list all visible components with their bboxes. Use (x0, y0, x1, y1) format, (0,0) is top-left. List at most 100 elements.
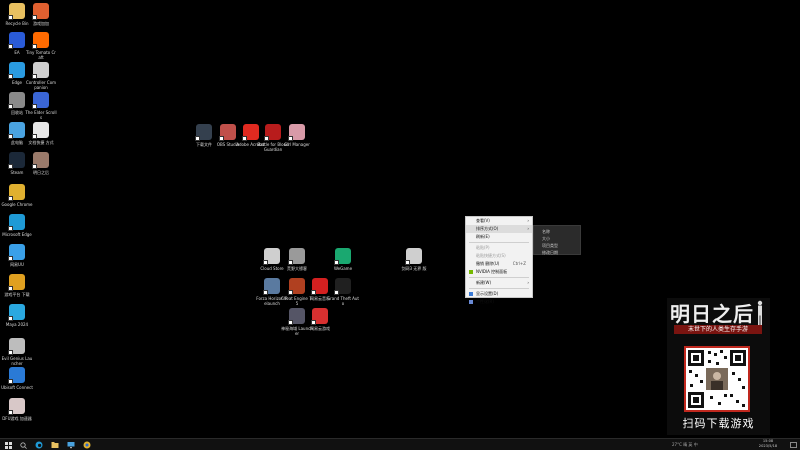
center-icon-12[interactable]: Grand Theft Auto (327, 278, 359, 306)
desktop-icon-17[interactable]: Evil Genius Launcher (1, 338, 33, 366)
folder-icon (51, 442, 59, 448)
desktop-icon-18[interactable]: Ubisoft Connect (1, 367, 33, 390)
center-icon-4[interactable]: Girl Manager (283, 124, 311, 147)
context-menu-label: 查看(V) (476, 218, 490, 223)
context-menu-label: 新建(W) (476, 280, 492, 285)
ubisoft-icon (8, 367, 25, 384)
context-menu-label: 撤销 删除(U) (476, 261, 500, 266)
desktop-icon-3[interactable]: Tiny Tomato Craft (26, 32, 56, 60)
context-menu-label: 刷新(E) (476, 234, 490, 239)
submenu-item[interactable]: 修改日期 (534, 249, 580, 256)
survivor-figure-icon (757, 300, 763, 325)
dark-swords-icon (288, 308, 305, 325)
context-menu-label: 粘贴快捷方式(S) (476, 253, 506, 258)
desktop-icon-13[interactable]: Microsoft Edge (2, 214, 32, 237)
desktop-icon-14[interactable]: 网易UU (3, 244, 31, 267)
desktop-icon-12[interactable]: Google Chrome (1, 184, 33, 207)
taskbar: 27°C 晴 英 中 15:08 2023/5/18 (0, 438, 800, 450)
desktop-icon-label: 剑网3 无界 版 (401, 266, 427, 271)
desktop-icon-label: Maya 2024 (5, 322, 29, 327)
game-ad-panel[interactable]: 明日之后 末世下的人类生存手游 扫码下载游戏 (667, 298, 770, 435)
ad-call-to-action: 扫码下载游戏 (682, 417, 755, 430)
context-menu-item[interactable]: 显示设置(D) (466, 290, 532, 298)
taskbar-store-button[interactable] (50, 440, 60, 450)
desktop-icon-label: 游戏加加 (33, 21, 49, 26)
desktop-icon-label: Microsoft Edge (2, 232, 32, 237)
desktop-icon-label: The Elder Scrolls (25, 110, 57, 120)
windows-icon (4, 441, 12, 449)
ad-title: 明日之后 (670, 302, 754, 326)
desktop-icon-15[interactable]: 游戏平台 下载 (3, 274, 31, 297)
context-menu-item[interactable]: 撤销 删除(U) Ctrl+Z (466, 260, 532, 268)
context-menu-label: NVIDIA 控制面板 (476, 269, 508, 274)
dark-game-icon (195, 124, 212, 141)
document-icon (32, 122, 49, 139)
submenu-label: 修改日期 (542, 250, 558, 255)
notification-button[interactable] (788, 440, 798, 450)
computer-icon (8, 122, 25, 139)
center-icon-7[interactable]: WeGame (329, 248, 357, 271)
tray-clock[interactable]: 15:08 2023/5/18 (750, 439, 786, 449)
submenu-item[interactable]: 项目类型 (534, 242, 580, 249)
qr-code-icon (688, 350, 746, 408)
start-button[interactable] (3, 440, 13, 450)
submenu-item[interactable]: 大小 (534, 235, 580, 242)
desktop-icon-1[interactable]: 游戏加加 (27, 3, 55, 26)
red-cloud-icon (311, 308, 328, 325)
personalize-icon (469, 300, 473, 304)
desktop-icon-7[interactable]: The Elder Scrolls (25, 92, 57, 120)
gamepad-icon (32, 62, 49, 79)
center-icon-14[interactable]: 网易云游戏 (306, 308, 334, 331)
context-menu-label: 个性化(R) (476, 299, 494, 304)
context-menu-item[interactable]: NVIDIA 控制面板 (466, 268, 532, 276)
acrobat-icon (242, 124, 259, 141)
display-icon (469, 292, 473, 296)
center-icon-8[interactable]: 剑网3 无界 版 (400, 248, 428, 271)
ad-subtitle: 末世下的人类生存手游 (674, 325, 762, 334)
game-app-icon (32, 3, 49, 20)
context-menu-item[interactable]: 个性化(R) (466, 298, 532, 306)
sort-by-submenu: 名称 大小 项目类型 修改日期 (533, 225, 581, 255)
context-menu-item[interactable]: 新建(W) › (466, 279, 532, 287)
menu-shortcut: Ctrl+Z (512, 261, 526, 266)
desktop-icon-label: Girl Manager (284, 142, 310, 147)
desktop-icon-label: 网易UU (10, 262, 24, 267)
desktop-icon-19[interactable]: DFU游戏 加速器 (2, 398, 32, 421)
context-menu-item[interactable]: 查看(V) › (466, 217, 532, 225)
taskbar-search-button[interactable] (18, 440, 28, 450)
submenu-item[interactable]: 名称 (534, 228, 580, 235)
desktop-context-menu: 查看(V) › 排序方式(O) › 刷新(E) 粘贴(P) 粘贴快捷方式(S) 撤销 删除(U… (465, 216, 533, 304)
desktop-icon-label: Evil Genius Launcher (1, 356, 33, 366)
uu-icon (8, 244, 25, 261)
chevron-right-icon: › (527, 226, 529, 231)
round-game-icon (263, 278, 280, 295)
bird-app-icon (8, 62, 25, 79)
center-icon-6[interactable]: 荒野大镖客 (283, 248, 311, 271)
red-logo-icon (264, 124, 281, 141)
qr-code[interactable] (684, 346, 750, 412)
platform-icon (8, 274, 25, 291)
crossed-swords-icon (288, 248, 305, 265)
submenu-label: 大小 (542, 236, 550, 241)
desktop-icon-16[interactable]: Maya 2024 (3, 304, 31, 327)
desktop-icon-label: DFU游戏 加速器 (2, 416, 32, 421)
desktop-icon-5[interactable]: Controller Companion (26, 62, 56, 90)
desktop-icon-11[interactable]: 明日之后 (27, 152, 55, 175)
steam-icon (8, 152, 25, 169)
desktop-icon-9[interactable]: 文档快捷 方式 (27, 122, 55, 145)
red-square-icon (311, 278, 328, 295)
context-menu-item[interactable]: 刷新(E) (466, 233, 532, 241)
maya-icon (8, 304, 25, 321)
desktop-icon-label: Tiny Tomato Craft (26, 50, 56, 60)
anime-girl-icon (8, 398, 25, 415)
taskbar-edge-button[interactable] (34, 440, 44, 450)
nvidia-icon (469, 270, 473, 274)
desktop-icon-label: Google Chrome (1, 202, 33, 207)
chrome-icon (8, 184, 25, 201)
taskbar-chrome-button[interactable] (82, 440, 92, 450)
recycle-bin-icon (8, 3, 25, 20)
search-icon (19, 441, 27, 449)
context-menu-item[interactable]: 排序方式(O) › (466, 225, 532, 233)
taskbar-explorer-button[interactable] (66, 440, 76, 450)
edge-icon (8, 214, 25, 231)
